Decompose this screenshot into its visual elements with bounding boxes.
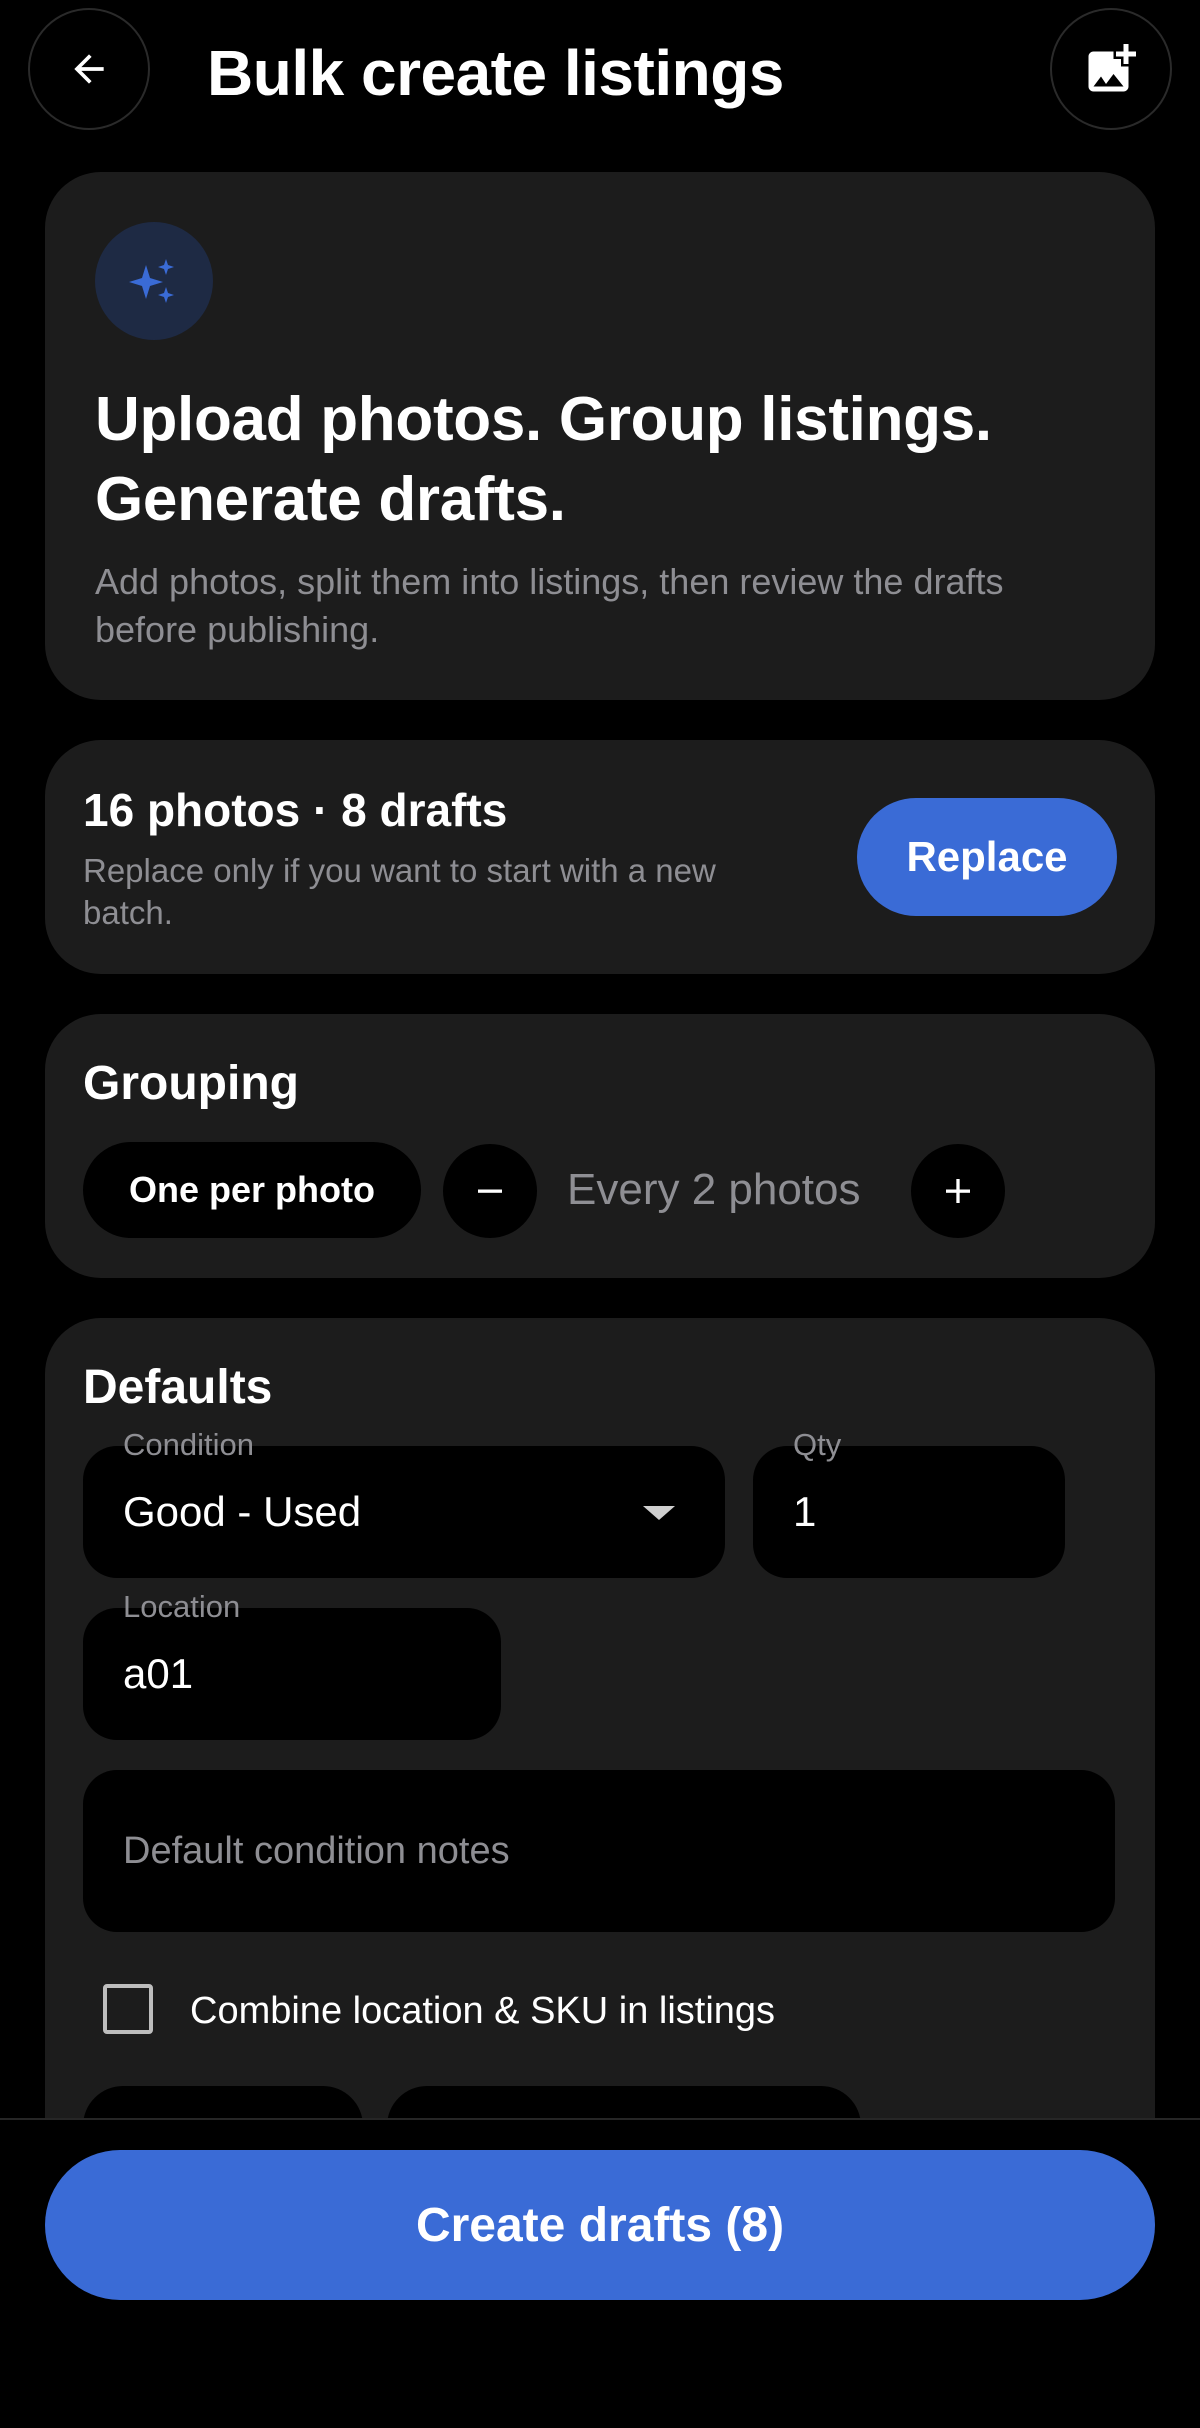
qty-field[interactable]: 1 [753,1446,1065,1578]
location-field[interactable]: a01 [83,1608,501,1740]
header: Bulk create listings [0,0,1200,150]
batch-card: 16 photos · 8 drafts Replace only if you… [45,740,1155,974]
condition-notes-input[interactable]: Default condition notes [83,1770,1115,1932]
combine-location-sku-checkbox[interactable] [103,1984,153,2034]
group-size-label: Every 2 photos [567,1165,861,1214]
combine-location-sku-label[interactable]: Combine location & SKU in listings [190,1988,775,2034]
grouping-card: Grouping One per photo Every 2 photos [45,1014,1155,1278]
add-photo-icon [1088,44,1136,92]
condition-notes-placeholder: Default condition notes [123,1829,510,1872]
condition-value: Good - Used [123,1488,362,1535]
chevron-down-icon [643,1506,675,1520]
arrow-left-icon [74,54,104,84]
qty-value: 1 [793,1488,817,1535]
location-value: a01 [123,1650,194,1697]
intro-subtitle: Add photos, split them into listings, th… [95,561,1004,650]
defaults-title: Defaults [83,1361,273,1414]
condition-select[interactable]: Good - Used [83,1446,725,1578]
back-button[interactable] [28,8,150,130]
location-label: Location [123,1589,241,1624]
intro-card: Upload photos. Group listings. Generate … [45,172,1155,700]
condition-label: Condition [123,1427,254,1462]
qty-label: Qty [793,1427,842,1462]
one-per-photo-button[interactable]: One per photo [83,1142,421,1238]
grouping-title: Grouping [83,1057,299,1110]
minus-icon [478,1189,502,1193]
intro-title: Upload photos. Group listings. Generate … [95,385,992,534]
bottom-action-bar: Create drafts (8) [0,2118,1200,2428]
batch-description: Replace only if you want to start with a… [83,852,716,931]
increase-group-button[interactable] [911,1144,1005,1238]
sparkle-badge [95,222,213,340]
page-title: Bulk create listings [207,37,784,109]
sparkle-icon [129,259,174,303]
plus-icon [946,1179,970,1203]
batch-summary: 16 photos · 8 drafts [83,784,508,836]
bulk-create-screen: Bulk create listings Upload photos. Grou… [0,0,1200,2428]
create-drafts-button[interactable]: Create drafts (8) [45,2150,1155,2300]
add-photo-button[interactable] [1050,8,1172,130]
replace-button[interactable]: Replace [857,798,1117,916]
decrease-group-button[interactable] [443,1144,537,1238]
